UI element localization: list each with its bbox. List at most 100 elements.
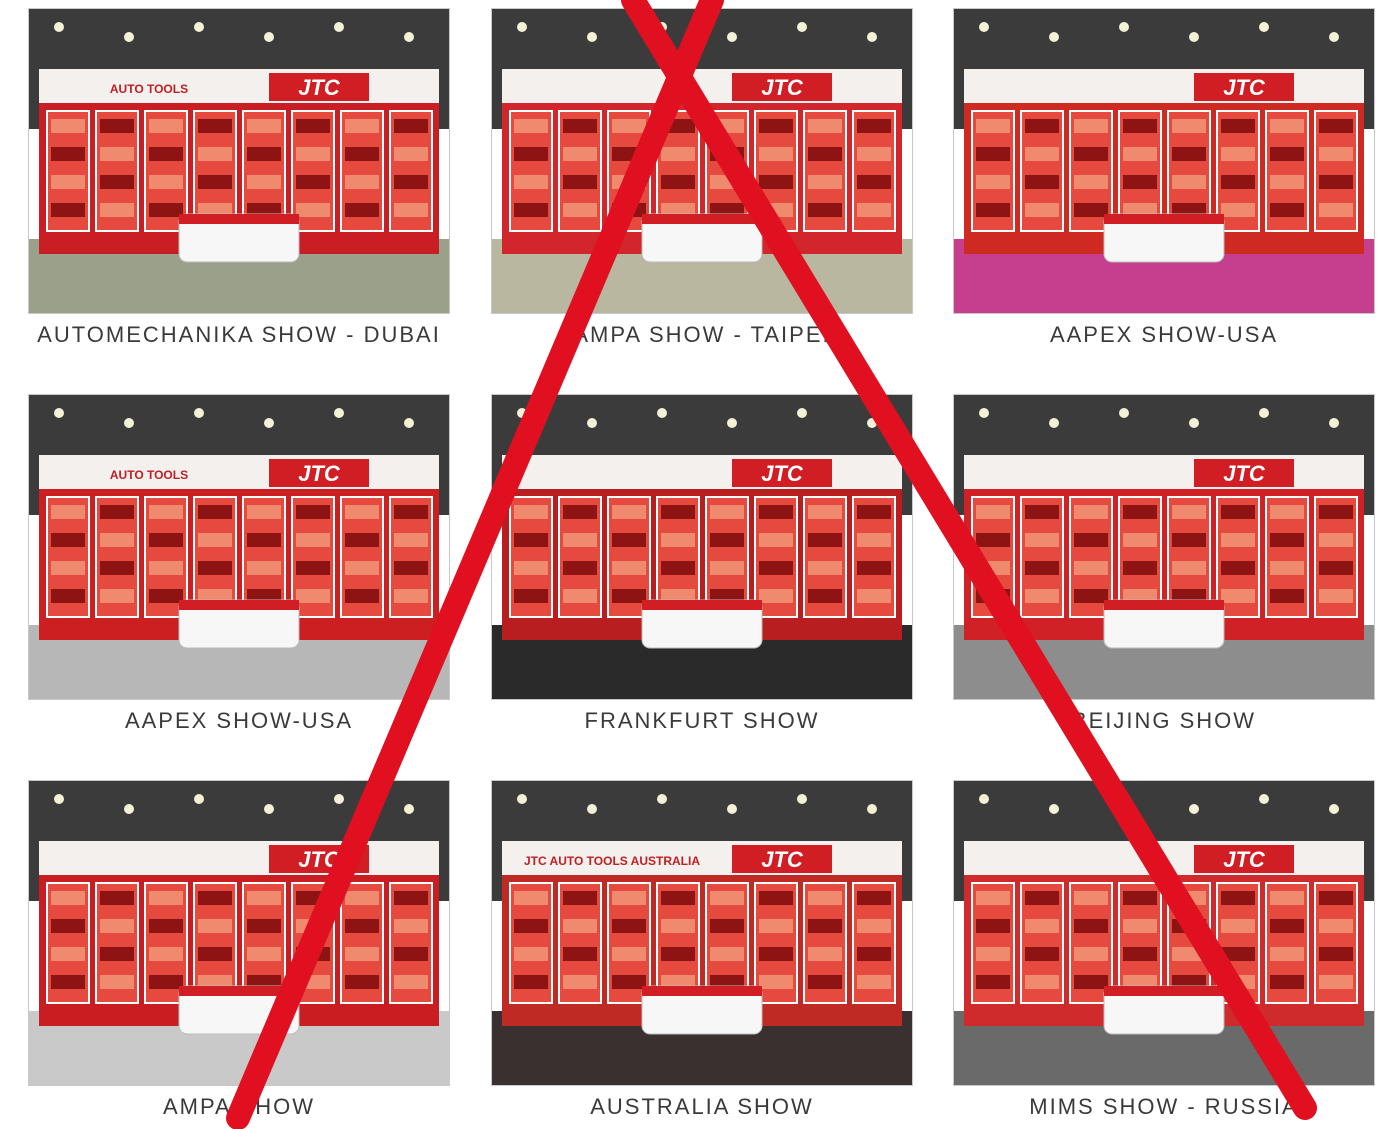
- booth-photo: JTC: [28, 780, 450, 1086]
- jtc-logo: JTC: [1223, 75, 1266, 100]
- tool-display: [149, 891, 183, 905]
- tool-display: [1074, 505, 1108, 519]
- tool-display: [808, 119, 842, 133]
- ceiling-light: [124, 804, 134, 814]
- tool-display: [514, 119, 548, 133]
- booth-header: [39, 69, 439, 103]
- tool-display: [345, 561, 379, 575]
- ceiling-light: [1259, 408, 1269, 418]
- show-panel: JTC AUTO TOOLS AAPEX SHOW-USA: [28, 394, 450, 734]
- tool-display: [1172, 891, 1206, 905]
- ceiling-light: [1329, 418, 1339, 428]
- tool-display: [857, 533, 891, 547]
- tool-display: [394, 589, 428, 603]
- tool-display: [857, 119, 891, 133]
- tool-display: [514, 589, 548, 603]
- jtc-logo: JTC: [298, 75, 341, 100]
- tool-display: [296, 175, 330, 189]
- booth-photo: JTC AUTO TOOLS: [28, 8, 450, 314]
- tool-display: [345, 533, 379, 547]
- tool-display: [1270, 947, 1304, 961]
- booth-header: [502, 455, 902, 489]
- tool-display: [1319, 947, 1353, 961]
- tool-display: [1221, 561, 1255, 575]
- tool-display: [1221, 147, 1255, 161]
- tool-display: [857, 589, 891, 603]
- tool-display: [345, 147, 379, 161]
- tool-display: [759, 891, 793, 905]
- tool-display: [149, 533, 183, 547]
- tool-display: [759, 203, 793, 217]
- tool-display: [247, 533, 281, 547]
- tool-display: [100, 947, 134, 961]
- tool-display: [100, 119, 134, 133]
- ceiling-light: [587, 804, 597, 814]
- show-panel: JTC AAPEX SHOW-USA: [953, 8, 1375, 348]
- tool-display: [563, 533, 597, 547]
- tool-display: [100, 147, 134, 161]
- jtc-logo: JTC: [761, 461, 804, 486]
- tool-display: [1025, 147, 1059, 161]
- ceiling-light: [1049, 804, 1059, 814]
- tool-display: [198, 119, 232, 133]
- show-caption: AMPA SHOW - TAIPEI: [573, 322, 831, 347]
- tool-display: [1074, 561, 1108, 575]
- tool-display: [1319, 533, 1353, 547]
- ceiling-light: [587, 32, 597, 42]
- tool-display: [247, 947, 281, 961]
- ceiling-light: [264, 418, 274, 428]
- ceiling-light: [979, 794, 989, 804]
- ceiling-light: [587, 418, 597, 428]
- tool-display: [612, 561, 646, 575]
- tool-display: [1074, 975, 1108, 989]
- tool-display: [100, 175, 134, 189]
- tool-display: [612, 175, 646, 189]
- booth-illustration: JTC JTC AUTO TOOLS AUSTRALIA: [492, 781, 912, 1085]
- ceiling-light: [1119, 22, 1129, 32]
- counter-stripe: [1104, 986, 1224, 996]
- tool-display: [661, 119, 695, 133]
- tool-display: [661, 533, 695, 547]
- ceiling-light: [657, 22, 667, 32]
- booth-header: [502, 69, 902, 103]
- tool-display: [759, 175, 793, 189]
- tool-display: [759, 561, 793, 575]
- tool-display: [563, 589, 597, 603]
- tool-display: [394, 203, 428, 217]
- tool-display: [100, 533, 134, 547]
- tool-display: [1074, 919, 1108, 933]
- tool-display: [1172, 505, 1206, 519]
- tool-display: [976, 919, 1010, 933]
- tool-display: [198, 561, 232, 575]
- booth-illustration: JTC: [492, 9, 912, 313]
- tool-display: [1123, 891, 1157, 905]
- show-caption: AAPEX SHOW-USA: [1049, 322, 1279, 347]
- show-panel: JTC JTC AUTO TOOLS AUSTRALIA AUSTRALIA SHO…: [491, 780, 913, 1120]
- tool-display: [808, 175, 842, 189]
- tool-display: [1123, 919, 1157, 933]
- tool-display: [296, 947, 330, 961]
- tool-display: [100, 589, 134, 603]
- tool-display: [198, 919, 232, 933]
- tool-display: [563, 203, 597, 217]
- tool-display: [514, 947, 548, 961]
- tool-display: [1172, 147, 1206, 161]
- jtc-logo: JTC: [761, 847, 804, 872]
- tool-display: [1221, 919, 1255, 933]
- tool-display: [1074, 203, 1108, 217]
- tool-display: [808, 975, 842, 989]
- tool-display: [612, 119, 646, 133]
- tool-display: [1123, 505, 1157, 519]
- tool-display: [1221, 947, 1255, 961]
- tool-display: [1123, 533, 1157, 547]
- tool-display: [1319, 203, 1353, 217]
- tool-display: [149, 561, 183, 575]
- jtc-logo: JTC: [1223, 847, 1266, 872]
- tool-display: [661, 147, 695, 161]
- booth-photo: JTC: [953, 8, 1375, 314]
- tool-display: [808, 561, 842, 575]
- tool-display: [1270, 919, 1304, 933]
- ceiling-light: [334, 794, 344, 804]
- tool-display: [345, 505, 379, 519]
- tool-display: [808, 505, 842, 519]
